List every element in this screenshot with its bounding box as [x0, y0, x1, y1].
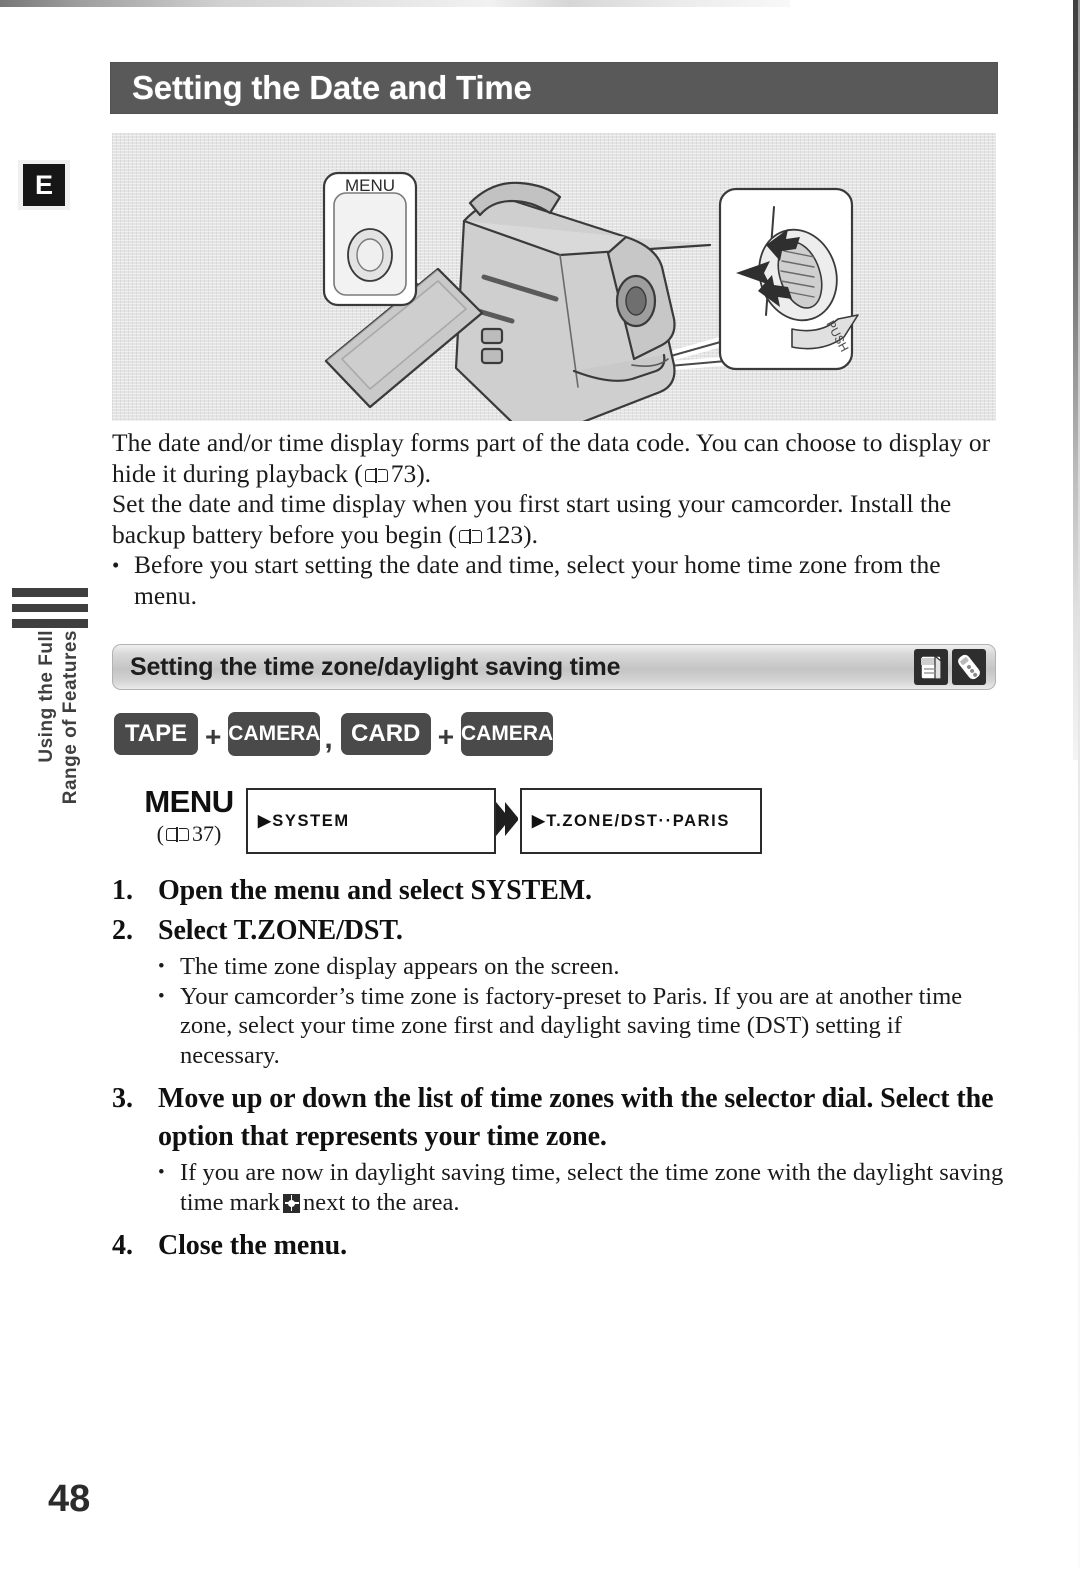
step-item: 4. Close the menu. — [112, 1227, 1004, 1265]
language-badge: E — [18, 160, 70, 210]
menu-ref-page: 37 — [192, 821, 214, 846]
intro-p1-text-a: The date and/or time display forms part … — [112, 428, 991, 488]
mode-separator: , — [324, 722, 333, 755]
menu-label: MENU — [144, 784, 234, 819]
left-margin-tab: E Using the Full Range of Features — [0, 0, 100, 1569]
menu-navigation-row: MENU (37) ▶SYSTEM ▶T.ZONE/DST··PARIS — [114, 784, 874, 860]
step-item: 3. Move up or down the list of time zone… — [112, 1080, 1004, 1156]
section-tab-line-1: Using the Full — [36, 630, 57, 763]
bullet-dot-icon: • — [158, 956, 165, 977]
step-2-bullets: • The time zone display appears on the s… — [158, 952, 1004, 1070]
operating-mode-badges: TAPE + CAMERA , CARD + CAMERA — [114, 712, 714, 756]
tab-bar-1 — [12, 588, 88, 597]
step-title: Move up or down the list of time zones w… — [158, 1083, 994, 1152]
step-item: 2. Select T.ZONE/DST. — [112, 912, 1004, 950]
osd-screen-system-text: ▶SYSTEM — [258, 812, 350, 830]
mode-badge-tape: TAPE — [114, 713, 198, 755]
daylight-saving-time-mark-icon — [283, 1193, 301, 1213]
memory-card-icon — [914, 649, 948, 685]
language-badge-box: E — [23, 164, 65, 206]
intro-p1-page-ref: 73 — [390, 458, 417, 488]
osd-screen-system: ▶SYSTEM — [246, 788, 496, 854]
page-number: 48 — [48, 1478, 91, 1520]
menu-ref-open: ( — [156, 821, 164, 846]
subsection-icon-group — [914, 649, 986, 685]
step-title: Select T.ZONE/DST. — [158, 915, 403, 946]
tab-bar-2 — [12, 604, 88, 612]
step-item: 1. Open the menu and select SYSTEM. — [112, 872, 1004, 910]
step-number: 2. — [112, 915, 133, 946]
bullet-dot-icon: • — [158, 1162, 165, 1183]
osd-screen-timezone-text: ▶T.ZONE/DST··PARIS — [532, 812, 730, 830]
menu-label-group: MENU (37) — [114, 784, 264, 847]
osd-screen-timezone: ▶T.ZONE/DST··PARIS — [520, 788, 762, 854]
scan-artifact-top — [0, 0, 790, 7]
step-bullet-item: • Your camcorder’s time zone is factory-… — [158, 982, 1004, 1071]
step-bullet-item: • The time zone display appears on the s… — [158, 952, 1004, 982]
step-bullet-text: Your camcorder’s time zone is factory-pr… — [180, 982, 963, 1069]
dst-bullet-text-b: next to the area. — [303, 1188, 460, 1216]
bullet-dot-icon: • — [158, 985, 165, 1007]
intro-bullet-text: Before you start setting the date and ti… — [134, 550, 941, 610]
step-number: 1. — [112, 875, 133, 906]
mode-badge-camera-1: CAMERA — [228, 712, 320, 756]
camcorder-illustration: MENU PUSH — [112, 133, 996, 421]
section-tab-line-2: Range of Features — [60, 630, 81, 805]
language-badge-label: E — [34, 169, 53, 200]
step-title: Open the menu and select SYSTEM. — [158, 875, 592, 906]
subsection-header: Setting the time zone/daylight saving ti… — [112, 644, 996, 690]
intro-paragraph-2: Set the date and time display when you f… — [112, 489, 1002, 550]
step-title: Close the menu. — [158, 1230, 348, 1261]
intro-text: The date and/or time display forms part … — [112, 428, 1002, 611]
intro-bullet-item: • Before you start setting the date and … — [112, 550, 1002, 611]
section-tab-text: Using the Full Range of Features — [0, 630, 96, 870]
intro-p1-text-b: ). — [416, 458, 432, 488]
bullet-dot-icon: • — [112, 553, 120, 577]
mode-plus-2: + — [437, 721, 455, 752]
mode-badge-camera-2: CAMERA — [461, 712, 553, 756]
step-number: 3. — [112, 1083, 133, 1114]
intro-p2-text-b: ). — [523, 519, 538, 549]
book-page-icon — [458, 528, 482, 545]
remote-control-icon — [952, 649, 986, 685]
book-page-icon — [364, 467, 388, 484]
step-bullet-text-dst: If you are now in daylight saving time, … — [180, 1158, 1004, 1217]
section-tab-bars — [12, 588, 88, 628]
subsection-title: Setting the time zone/daylight saving ti… — [130, 652, 621, 681]
page-title: Setting the Date and Time — [132, 69, 532, 106]
step-bullet-item: • If you are now in daylight saving time… — [158, 1158, 1004, 1217]
mode-plus-1: + — [205, 721, 222, 752]
step-3-bullets: • If you are now in daylight saving time… — [158, 1158, 1004, 1217]
step-bullet-text: The time zone display appears on the scr… — [180, 953, 620, 980]
menu-ref-close: ) — [214, 821, 222, 846]
intro-paragraph-1: The date and/or time display forms part … — [112, 428, 1002, 489]
intro-p2-page-ref: 123 — [484, 519, 524, 549]
procedure-steps: 1. Open the menu and select SYSTEM. 2. S… — [112, 872, 1004, 1267]
menu-page-reference: (37) — [114, 821, 264, 847]
step-number: 4. — [112, 1230, 133, 1261]
mode-badge-card: CARD — [340, 713, 431, 755]
tab-bar-3 — [12, 619, 88, 628]
page-title-bar: Setting the Date and Time — [110, 62, 998, 114]
camcorder-drawing: MENU PUSH — [322, 171, 859, 421]
menu-button-label: MENU — [345, 176, 395, 195]
book-page-icon — [166, 827, 189, 843]
double-chevron-right-icon — [494, 800, 519, 838]
